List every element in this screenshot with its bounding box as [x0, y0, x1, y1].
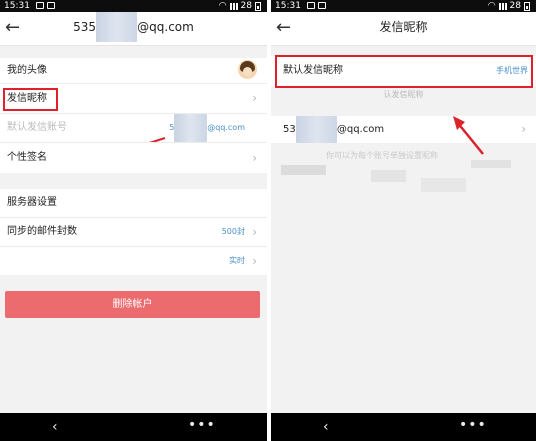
notification-icons	[36, 2, 55, 9]
account-prefix: 53	[283, 124, 296, 135]
app-header: ← 535XXXXX@qq.com	[0, 12, 267, 46]
status-time: 15:31	[4, 1, 30, 11]
account-suffix: @qq.com	[336, 124, 385, 135]
account-suffix: @qq.com	[207, 123, 245, 132]
check-notification-icon	[47, 2, 55, 9]
account-settings-screen: 15:31 ◠ 28 ← 535XXXXX@qq.com 我的头像 发	[0, 0, 267, 441]
sync-count-value: 500封	[221, 227, 245, 236]
signature-row[interactable]: 个性签名 ›	[0, 143, 267, 173]
blurred-area	[371, 170, 406, 182]
battery-level: 28	[240, 1, 252, 11]
signal-icon	[229, 2, 238, 10]
screenshot-composite: 15:31 ◠ 28 ← 535XXXXX@qq.com 我的头像 发	[0, 0, 536, 441]
default-account-value: 5XXXXXX@qq.com	[169, 114, 245, 142]
signal-icon	[498, 2, 507, 10]
avatar-label: 我的头像	[7, 65, 47, 76]
default-account-label: 默认发信账号	[7, 122, 67, 133]
system-icons: ◠ 28	[488, 0, 530, 12]
avatar	[238, 60, 257, 79]
system-icons: ◠ 28	[219, 0, 261, 12]
delete-account-button[interactable]: 删除帐户	[5, 291, 260, 318]
account-masked: XXXXXX	[295, 116, 337, 143]
hint-text: 认发信昵称	[271, 88, 536, 102]
wifi-icon: ◠	[218, 1, 227, 11]
chevron-right-icon: ›	[252, 151, 257, 165]
battery-icon	[255, 1, 261, 11]
nav-menu-icon[interactable]: •••	[459, 417, 487, 433]
page-title: 535XXXXX@qq.com	[0, 12, 267, 42]
nav-back-icon[interactable]: ‹	[52, 419, 58, 435]
blurred-area	[421, 178, 466, 192]
page-title: 发信昵称	[379, 20, 428, 34]
status-bar: 15:31 ◠ 28	[0, 0, 267, 12]
title-suffix: @qq.com	[137, 20, 194, 34]
wifi-icon: ◠	[487, 1, 496, 11]
sync-count-label: 同步的邮件封数	[7, 226, 77, 237]
title-masked: XXXXX	[96, 12, 138, 42]
account-value: 53XXXXXX@qq.com	[283, 116, 384, 143]
chevron-right-icon: ›	[521, 122, 526, 136]
blurred-area	[281, 165, 326, 175]
app-header: ← 发信昵称	[271, 12, 536, 46]
title-prefix: 535	[73, 20, 97, 34]
battery-level: 28	[509, 1, 521, 11]
battery-icon	[524, 1, 530, 11]
nickname-screen: 15:31 ◠ 28 ← 发信昵称 默认发信昵称 手机世界 认发信昵称 53XX…	[271, 0, 536, 441]
signature-label: 个性签名	[7, 152, 47, 163]
chevron-right-icon: ›	[252, 91, 257, 105]
system-nav-bar: ‹ •••	[0, 413, 267, 441]
check-notification-icon	[318, 2, 326, 9]
chevron-right-icon: ›	[252, 225, 257, 239]
sync-mode-value: 实时	[229, 256, 245, 265]
sync-mode-row[interactable]: 实时 ›	[0, 247, 267, 275]
notification-icons	[307, 2, 326, 9]
status-bar: 15:31 ◠ 28	[271, 0, 536, 12]
blurred-area	[471, 160, 511, 168]
nav-back-icon[interactable]: ‹	[323, 419, 329, 435]
chevron-right-icon: ›	[252, 254, 257, 268]
system-nav-bar: ‹ •••	[271, 413, 536, 441]
status-time: 15:31	[275, 1, 301, 11]
image-notification-icon	[307, 2, 315, 9]
nickname-highlight-box	[3, 88, 58, 111]
image-notification-icon	[36, 2, 44, 9]
account-masked: XXXXXX	[174, 114, 208, 142]
default-nickname-highlight-box	[275, 55, 533, 88]
server-settings-row[interactable]: 服务器设置	[0, 189, 267, 217]
server-settings-label: 服务器设置	[7, 197, 57, 208]
avatar-row[interactable]: 我的头像	[0, 58, 267, 83]
nav-menu-icon[interactable]: •••	[188, 417, 216, 433]
sync-count-row[interactable]: 同步的邮件封数 500封 ›	[0, 218, 267, 246]
